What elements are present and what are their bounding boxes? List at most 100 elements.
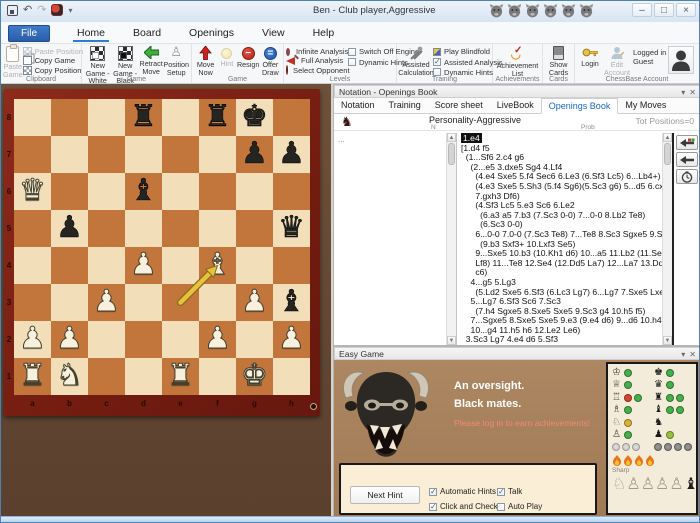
board-square-c1[interactable] bbox=[88, 358, 125, 395]
notation-tab-training[interactable]: Training bbox=[382, 98, 428, 113]
chess-piece-black-pawn[interactable]: ♟ bbox=[51, 210, 88, 247]
notation-tab-score-sheet[interactable]: Score sheet bbox=[428, 98, 490, 113]
show-cards-button[interactable]: Show Cards bbox=[545, 45, 572, 76]
chess-piece-black-pawn[interactable]: ♟ bbox=[273, 136, 310, 173]
board-square-b8[interactable] bbox=[51, 99, 88, 136]
book-arrow-colored-button[interactable] bbox=[676, 135, 698, 150]
chess-piece-white-pawn[interactable]: ♟ bbox=[51, 321, 88, 358]
easygame-checkbox-auto-play[interactable]: Auto Play bbox=[497, 502, 542, 511]
minimize-button[interactable]: – bbox=[632, 3, 652, 17]
paste-game-button[interactable]: Paste Game bbox=[3, 45, 23, 78]
board-square-h6[interactable] bbox=[273, 173, 310, 210]
board-square-c4[interactable] bbox=[88, 247, 125, 284]
close-button[interactable]: × bbox=[676, 3, 696, 17]
scroll-up-icon[interactable]: ▲ bbox=[447, 133, 456, 142]
move-now-button[interactable]: Move Now bbox=[194, 45, 217, 76]
copy-game-button[interactable]: Copy Game bbox=[23, 57, 84, 66]
board-square-a7[interactable] bbox=[14, 136, 51, 173]
copy-position-button[interactable]: Copy Position bbox=[23, 66, 84, 75]
board-square-h8[interactable] bbox=[273, 99, 310, 136]
login-button[interactable]: Login bbox=[577, 45, 603, 68]
board-square-c8[interactable] bbox=[88, 99, 125, 136]
moves-pane[interactable]: 1.e4[1.d4 f5 (1...Sf6 2.c4 g6 (2...e5 3.… bbox=[458, 133, 672, 345]
board-square-f6[interactable] bbox=[199, 173, 236, 210]
board-square-g6[interactable] bbox=[236, 173, 273, 210]
board-square-e7[interactable] bbox=[162, 136, 199, 173]
board-square-d3[interactable] bbox=[125, 284, 162, 321]
board-square-b3[interactable] bbox=[51, 284, 88, 321]
chess-piece-white-pawn[interactable]: ♟ bbox=[199, 321, 236, 358]
chess-piece-white-pawn[interactable]: ♟ bbox=[14, 321, 51, 358]
book-arrow-button[interactable] bbox=[676, 152, 698, 167]
chess-piece-white-rook[interactable]: ♜ bbox=[14, 358, 51, 395]
chess-piece-black-pawn[interactable]: ♟ bbox=[236, 136, 273, 173]
scroll-down-icon[interactable]: ▼ bbox=[663, 336, 672, 345]
chess-piece-black-king[interactable]: ♚ bbox=[236, 99, 273, 136]
board-square-a8[interactable] bbox=[14, 99, 51, 136]
notation-tab-livebook[interactable]: LiveBook bbox=[490, 98, 541, 113]
chess-piece-white-knight[interactable]: ♞ bbox=[51, 358, 88, 395]
retract-move-button[interactable]: Retract Move bbox=[139, 45, 164, 75]
notation-tab-my-moves[interactable]: My Moves bbox=[618, 98, 673, 113]
resign-button[interactable]: − Resign bbox=[237, 45, 260, 69]
menu-tab-board[interactable]: Board bbox=[119, 22, 175, 44]
board-square-b4[interactable] bbox=[51, 247, 88, 284]
scroll-up-icon[interactable]: ▲ bbox=[663, 133, 672, 142]
board-square-g2[interactable] bbox=[236, 321, 273, 358]
move-line[interactable]: 1.e4 bbox=[461, 134, 659, 144]
board-square-f7[interactable] bbox=[199, 136, 236, 173]
save-icon[interactable] bbox=[7, 5, 18, 16]
edit-account-button[interactable]: Edit Account bbox=[603, 45, 631, 76]
chess-piece-white-pawn[interactable]: ♟ bbox=[273, 321, 310, 358]
avatar[interactable] bbox=[668, 46, 694, 74]
board-resize-handle[interactable] bbox=[310, 403, 317, 410]
board-square-d1[interactable] bbox=[125, 358, 162, 395]
board-square-e3[interactable] bbox=[162, 284, 199, 321]
position-setup-button[interactable]: ♙ Position Setup bbox=[163, 45, 189, 76]
board-square-f3[interactable] bbox=[199, 284, 236, 321]
board-square-a5[interactable] bbox=[14, 210, 51, 247]
board-square-a4[interactable] bbox=[14, 247, 51, 284]
board-square-e4[interactable] bbox=[162, 247, 199, 284]
chess-piece-white-pawn[interactable]: ♟ bbox=[88, 284, 125, 321]
menu-tab-openings[interactable]: Openings bbox=[175, 22, 248, 44]
chess-piece-white-rook[interactable]: ♜ bbox=[162, 358, 199, 395]
board-square-f1[interactable] bbox=[199, 358, 236, 395]
current-move[interactable]: 1.e4 bbox=[461, 133, 482, 143]
chess-piece-black-bishop[interactable]: ♝ bbox=[125, 173, 162, 210]
board-square-b7[interactable] bbox=[51, 136, 88, 173]
chess-piece-black-bishop[interactable]: ♝ bbox=[273, 284, 310, 321]
board-square-h4[interactable] bbox=[273, 247, 310, 284]
chess-piece-black-queen[interactable]: ♛ bbox=[273, 210, 310, 247]
book-move-list[interactable]: ... ▲ ▼ bbox=[334, 133, 457, 345]
board-square-g5[interactable] bbox=[236, 210, 273, 247]
clock-button[interactable] bbox=[676, 169, 698, 184]
panel-pin-icon[interactable]: ▾ bbox=[681, 87, 685, 99]
panel-close-icon[interactable]: ✕ bbox=[689, 87, 696, 99]
board-square-e6[interactable] bbox=[162, 173, 199, 210]
notation-tab-openings-book[interactable]: Openings Book bbox=[541, 98, 619, 114]
menu-tab-view[interactable]: View bbox=[248, 22, 299, 44]
menu-tab-help[interactable]: Help bbox=[299, 22, 349, 44]
chess-piece-white-queen[interactable]: ♛ bbox=[14, 173, 51, 210]
chess-piece-black-rook[interactable]: ♜ bbox=[125, 99, 162, 136]
chess-piece-white-king[interactable]: ♚ bbox=[236, 358, 273, 395]
maximize-button[interactable]: □ bbox=[654, 3, 674, 17]
board-square-c6[interactable] bbox=[88, 173, 125, 210]
easygame-checkbox-automatic-hints[interactable]: Automatic Hints bbox=[429, 487, 496, 496]
board-square-c2[interactable] bbox=[88, 321, 125, 358]
qat-dropdown-icon[interactable]: ▾ bbox=[68, 6, 72, 15]
select-opponent-button[interactable]: Select Opponent bbox=[286, 66, 348, 75]
file-menu-button[interactable]: File bbox=[8, 25, 50, 42]
board-square-c5[interactable] bbox=[88, 210, 125, 247]
undo-icon[interactable]: ↶ bbox=[23, 5, 32, 16]
menu-tab-home[interactable]: Home bbox=[63, 22, 119, 44]
board-square-b6[interactable] bbox=[51, 173, 88, 210]
board-square-h1[interactable] bbox=[273, 358, 310, 395]
assisted-calculation-button[interactable]: Assisted Calculation bbox=[399, 45, 433, 76]
notation-tab-notation[interactable]: Notation bbox=[334, 98, 382, 113]
hint-button[interactable]: Hint bbox=[217, 45, 236, 68]
easygame-checkbox-talk[interactable]: Talk bbox=[497, 487, 522, 496]
easygame-checkbox-click-and-check[interactable]: Click and Check bbox=[429, 502, 498, 511]
offer-draw-button[interactable]: = Offer Draw bbox=[260, 45, 281, 76]
